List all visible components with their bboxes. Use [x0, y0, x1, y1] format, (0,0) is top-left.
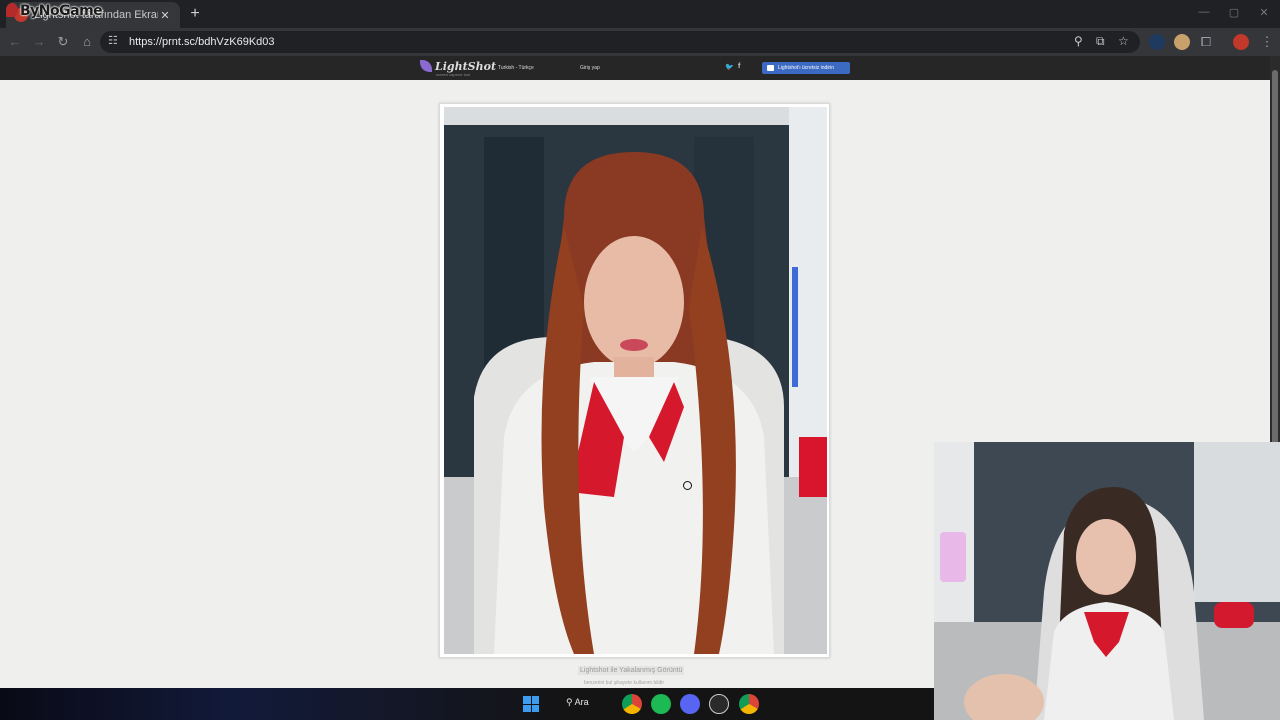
lightshot-tagline: screen capture tool [436, 72, 471, 77]
address-bar[interactable]: ☷ https://prnt.sc/bdhVzK69Kd03 ⚲ ⧉ ☆ [100, 31, 1140, 53]
chrome-icon[interactable] [622, 694, 642, 714]
webcam-overlay [934, 442, 1280, 720]
new-tab-button[interactable]: + [186, 5, 204, 23]
download-button[interactable]: Lightshot'ı ücretsiz indirin [762, 62, 850, 74]
windows-start-icon[interactable] [523, 696, 539, 712]
screenshot-frame [439, 103, 830, 658]
back-icon[interactable]: ← [6, 33, 24, 51]
lightshot-header: LightShot screen capture tool Turkish - … [0, 56, 1270, 80]
screenshot-photo [444, 107, 827, 654]
spotify-icon[interactable] [651, 694, 671, 714]
maximize-icon[interactable]: ▢ [1226, 6, 1242, 19]
bookmark-star-icon[interactable]: ☆ [1118, 34, 1129, 48]
tab-strip: Lightshot tarafından Ekran Görüntüsü ✕ B… [0, 0, 1280, 28]
caption-links[interactable]: benzerini bul şikayete kullanım bildir [584, 680, 664, 686]
stream-brand-overlay: ByNoGame [6, 3, 103, 19]
chrome-icon-active[interactable] [739, 694, 759, 714]
site-settings-icon[interactable]: ☷ [108, 34, 118, 47]
url-text: https://prnt.sc/bdhVzK69Kd03 [129, 36, 275, 48]
screenshot-caption: Lightshot ile Yakalanmış Görüntü [578, 666, 685, 675]
close-window-icon[interactable]: ✕ [1256, 6, 1272, 19]
steam-icon[interactable] [709, 694, 729, 714]
feather-icon [420, 60, 432, 72]
discord-icon[interactable] [680, 694, 700, 714]
screenshot-image[interactable] [444, 107, 827, 654]
brand-logo-icon [6, 3, 18, 17]
login-link[interactable]: Giriş yap [580, 65, 600, 71]
zoom-icon[interactable]: ⚲ [1074, 34, 1083, 48]
home-icon[interactable]: ⌂ [78, 33, 96, 51]
brand-name: ByNoGame [20, 3, 103, 19]
scrollbar-thumb[interactable] [1272, 70, 1278, 450]
menu-icon[interactable]: ⋮ [1258, 33, 1276, 51]
browser-toolbar: ← → ↻ ⌂ ☷ https://prnt.sc/bdhVzK69Kd03 ⚲… [0, 28, 1280, 56]
search-icon: ⚲ [566, 697, 575, 707]
profile-avatar[interactable] [1233, 34, 1249, 50]
twitter-icon[interactable]: 🐦 [725, 63, 734, 71]
close-tab-icon[interactable]: ✕ [158, 9, 172, 22]
zoom-cursor-icon [683, 481, 692, 490]
reload-icon[interactable]: ↻ [54, 33, 72, 51]
minimize-icon[interactable]: — [1196, 6, 1212, 18]
extension-icon-2[interactable] [1174, 34, 1190, 50]
install-icon[interactable]: ⧉ [1096, 34, 1105, 49]
webcam-photo [934, 442, 1280, 720]
taskbar-search[interactable]: ⚲ Ara [566, 697, 589, 708]
extensions-icon[interactable]: ⧠ [1197, 33, 1215, 51]
forward-icon[interactable]: → [30, 33, 48, 51]
language-selector[interactable]: Turkish - Türkçe [498, 65, 534, 71]
taskbar-search-label: Ara [574, 697, 589, 707]
facebook-icon[interactable]: f [738, 63, 740, 70]
extension-icon-1[interactable] [1149, 34, 1165, 50]
